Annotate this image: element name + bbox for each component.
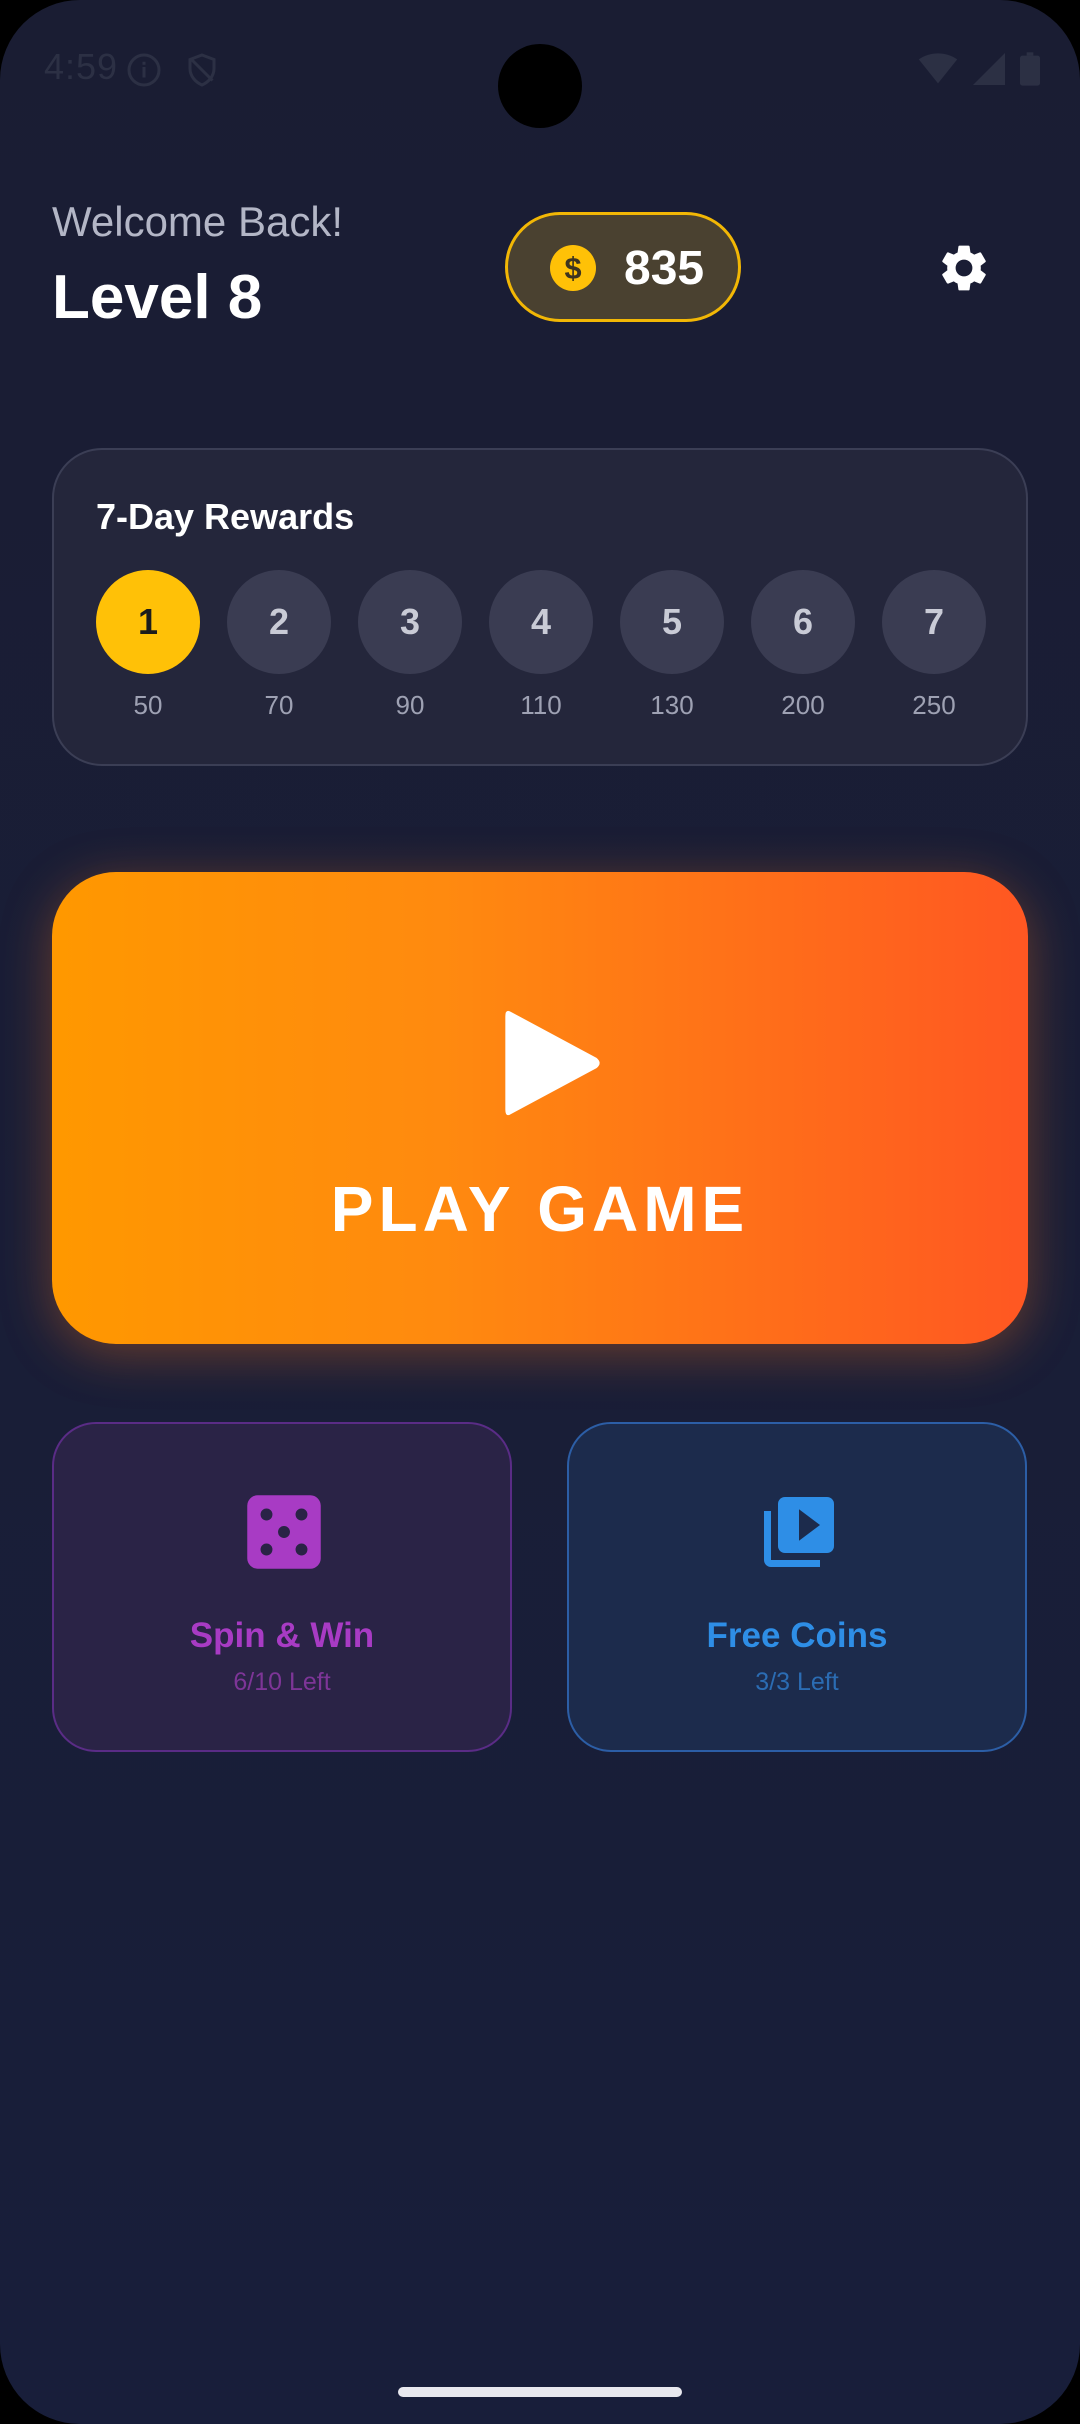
reward-day-coins: 50 bbox=[133, 690, 163, 720]
dice-icon bbox=[247, 1495, 321, 1569]
status-icons-right bbox=[918, 52, 1040, 86]
home-indicator[interactable] bbox=[398, 2387, 682, 2397]
coin-icon: $ bbox=[550, 245, 596, 291]
reward-day-coins: 90 bbox=[395, 690, 425, 720]
reward-day-circle: 2 bbox=[227, 570, 331, 674]
wifi-icon bbox=[918, 53, 958, 84]
spin-remaining: 6/10 Left bbox=[233, 1668, 331, 1696]
free-coins-title: Free Coins bbox=[706, 1616, 888, 1655]
welcome-text: Welcome Back! bbox=[52, 198, 343, 245]
camera-cutout bbox=[498, 44, 582, 128]
coin-balance-value: 835 bbox=[624, 242, 705, 295]
status-time: 4:59 bbox=[44, 46, 119, 87]
reward-day-3[interactable]: 3 90 bbox=[358, 570, 462, 721]
info-icon bbox=[127, 53, 161, 87]
reward-day-coins: 200 bbox=[781, 690, 825, 720]
reward-day-circle: 6 bbox=[751, 570, 855, 674]
reward-day-coins: 250 bbox=[912, 690, 956, 720]
free-coins-button[interactable]: Free Coins 3/3 Left bbox=[567, 1422, 1027, 1752]
coin-balance-badge[interactable]: $ 835 bbox=[505, 212, 741, 322]
reward-day-circle: 7 bbox=[882, 570, 986, 674]
rewards-title: 7-Day Rewards bbox=[96, 496, 355, 537]
svg-text:$: $ bbox=[564, 252, 581, 286]
shield-icon bbox=[188, 53, 216, 87]
reward-day-7[interactable]: 7 250 bbox=[882, 570, 986, 721]
reward-day-circle: 1 bbox=[96, 570, 200, 674]
signal-icon bbox=[973, 53, 1005, 85]
spin-title: Spin & Win bbox=[189, 1616, 375, 1655]
status-bar: 4:59 bbox=[0, 0, 1080, 140]
reward-day-5[interactable]: 5 130 bbox=[620, 570, 724, 721]
play-game-button[interactable]: PLAY GAME bbox=[52, 872, 1028, 1344]
spin-and-win-button[interactable]: Spin & Win 6/10 Left bbox=[52, 1422, 512, 1752]
reward-day-1[interactable]: 1 50 bbox=[96, 570, 200, 721]
reward-day-circle: 4 bbox=[489, 570, 593, 674]
play-icon bbox=[505, 1010, 600, 1116]
gear-icon[interactable] bbox=[936, 240, 992, 296]
play-game-label: PLAY GAME bbox=[330, 1173, 750, 1245]
daily-rewards-card: 7-Day Rewards 1 50 2 70 3 90 4 110 5 130… bbox=[52, 448, 1028, 766]
reward-day-circle: 5 bbox=[620, 570, 724, 674]
reward-day-coins: 130 bbox=[650, 690, 694, 720]
reward-day-coins: 110 bbox=[520, 690, 562, 720]
battery-icon bbox=[1020, 52, 1040, 86]
level-label: Level 8 bbox=[52, 263, 263, 332]
reward-day-4[interactable]: 4 110 bbox=[489, 570, 593, 721]
free-coins-remaining: 3/3 Left bbox=[755, 1668, 839, 1696]
reward-day-2[interactable]: 2 70 bbox=[227, 570, 331, 721]
reward-day-circle: 3 bbox=[358, 570, 462, 674]
video-library-icon bbox=[764, 1497, 834, 1567]
app-screen: 4:59 Welcome Back! Level 8 $ 835 7-Day R… bbox=[0, 0, 1080, 2424]
reward-day-6[interactable]: 6 200 bbox=[751, 570, 855, 721]
reward-day-coins: 70 bbox=[264, 690, 294, 720]
